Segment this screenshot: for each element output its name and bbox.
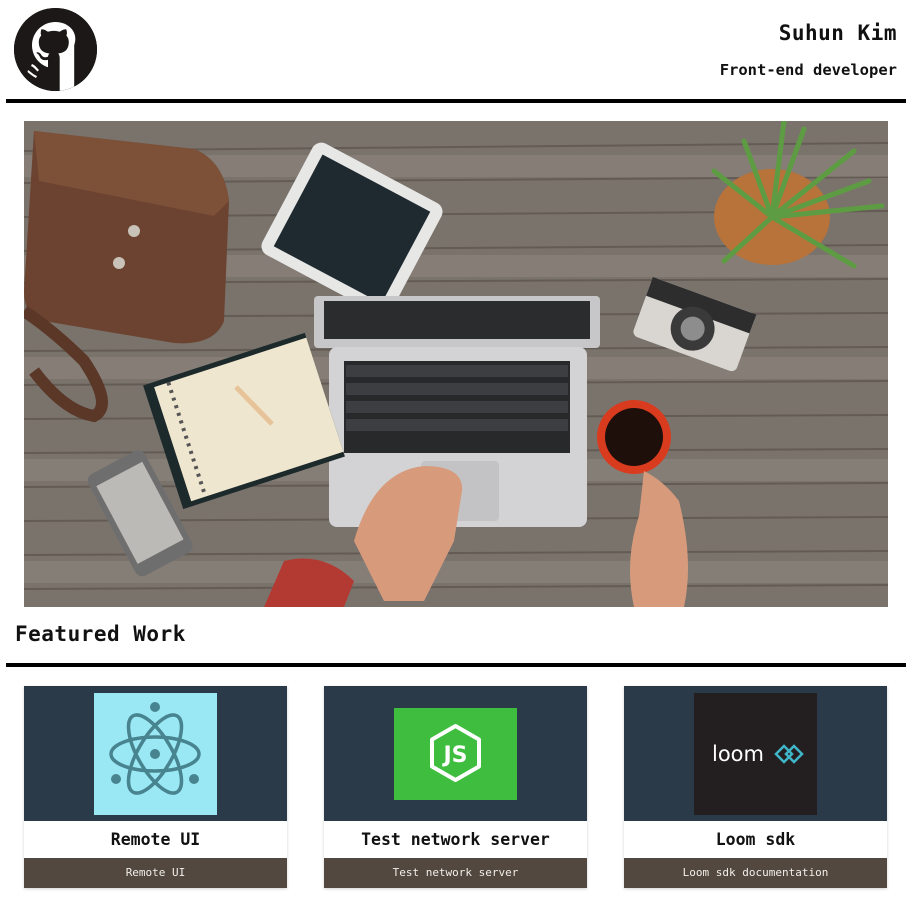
project-title[interactable]: Remote UI — [24, 821, 287, 858]
loom-logo-text: loom — [712, 742, 764, 766]
nodejs-logo-text: JS — [441, 743, 467, 768]
project-card-loom-sdk[interactable]: loom Loom sdk Loom sdk documentation — [624, 686, 887, 888]
project-card-remote-ui[interactable]: Remote UI Remote UI — [24, 686, 287, 888]
loom-logo-icon: loom — [694, 693, 817, 815]
section-divider — [6, 663, 906, 667]
featured-work-heading: Featured Work — [15, 622, 186, 646]
site-owner-role: Front-end developer — [719, 61, 897, 79]
header-divider — [6, 99, 906, 103]
project-caption: Test network server — [324, 858, 587, 888]
project-caption: Remote UI — [24, 858, 287, 888]
github-octocat-icon[interactable] — [14, 8, 97, 91]
project-card-test-network-server[interactable]: JS Test network server Test network serv… — [324, 686, 587, 888]
project-thumbnail[interactable]: JS — [324, 686, 587, 821]
project-title[interactable]: Test network server — [324, 821, 587, 858]
site-owner-name: Suhun Kim — [778, 21, 897, 45]
project-caption: Loom sdk documentation — [624, 858, 887, 888]
site-header: Suhun Kim Front-end developer — [0, 0, 914, 103]
electron-logo-icon — [94, 693, 217, 815]
project-thumbnail[interactable]: loom — [624, 686, 887, 821]
hero-image — [24, 121, 888, 607]
nodejs-logo-icon: JS — [394, 708, 517, 800]
project-title[interactable]: Loom sdk — [624, 821, 887, 858]
project-thumbnail[interactable] — [24, 686, 287, 821]
